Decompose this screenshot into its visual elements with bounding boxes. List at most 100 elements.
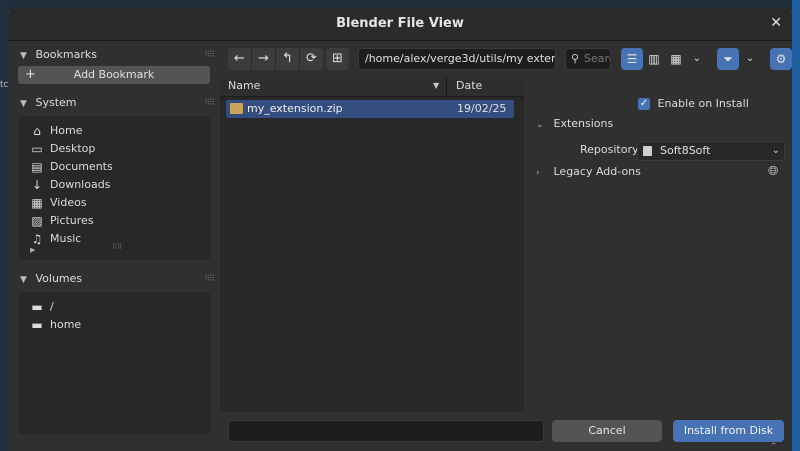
sidebar-item-label: Desktop [50,142,96,155]
file-toolbar: ← → ↰ ⟳ ⊞ /home/alex/verge3d/utils/my ex… [224,48,792,72]
sidebar-item-label: Pictures [50,214,94,227]
add-bookmark-label: Add Bookmark [73,68,155,81]
sort-descending-icon[interactable]: ▼ [433,76,439,96]
legacy-addons-title: Legacy Add-ons [553,165,641,178]
directory-path-input[interactable]: /home/alex/verge3d/utils/my extension/ [358,48,556,70]
chevron-down-icon: ⌄ [771,145,780,156]
close-icon[interactable]: ✕ [770,15,782,31]
sidebar-item-root[interactable]: ▬ / [18,298,210,316]
resize-grip-icon[interactable]: ⠿⠿ [112,243,122,251]
desktop-icon: ▭ [31,142,43,156]
sidebar-item-home-volume[interactable]: ▬ home [18,316,210,334]
list-view-icon[interactable]: ☰ [621,48,643,70]
search-icon: ⚲ [570,52,580,65]
sidebar-item-videos[interactable]: ▦ Videos [18,194,210,212]
parent-directory-icon[interactable]: ↰ [276,48,300,70]
navigation-group: ← → ↰ ⟳ [228,48,323,70]
enable-on-install-checkbox[interactable]: ✓ Enable on Install [638,96,749,112]
drive-icon: ▬ [31,318,43,332]
chevron-down-icon[interactable]: ⌄ [689,48,705,70]
plus-icon: + [25,67,36,82]
sidebar-item-label: home [50,318,82,331]
sidebar-item-label: Downloads [50,178,111,191]
chevron-up-icon[interactable]: ⌃ [770,442,778,451]
options-panel: ✓ Enable on Install ⌄ Extensions Reposit… [528,76,792,412]
legacy-addons-header[interactable]: › Legacy Add-ons [536,163,641,181]
sidebar-item-desktop[interactable]: ▭ Desktop [18,140,210,158]
file-view-dialog: Blender File View ✕ ▼ Bookmarks ⠿⠿ + Add… [8,8,792,451]
sidebar-item-documents[interactable]: ▤ Documents [18,158,210,176]
gear-icon[interactable]: ⚙ [770,48,792,70]
file-name: my_extension.zip [247,102,343,115]
chevron-right-icon: › [536,168,540,178]
sidebar-item-label: Music [50,232,82,245]
repository-value: Soft8Soft [660,144,711,157]
columns-view-icon[interactable]: ▥ [643,48,665,70]
column-date[interactable]: Date [456,76,482,96]
forward-arrow-icon[interactable]: → [252,48,276,70]
extensions-title: Extensions [553,117,614,130]
cancel-button[interactable]: Cancel [552,420,662,442]
chevron-down-icon: ▼ [20,51,27,61]
sidebar-item-label: Home [50,124,83,137]
filename-input[interactable] [228,420,544,442]
chevron-down-icon: ⌄ [536,120,544,130]
system-list: ⌂ Home ▭ Desktop ▤ Documents ↓ Downloads… [18,116,210,260]
drive-icon: ▬ [31,300,43,314]
folder-icon [230,103,243,114]
globe-icon[interactable]: 🌐︎ [768,164,778,179]
drive-icon [643,146,652,156]
file-list: Name ▼ Date my_extension.zip 19/02/25 [220,76,524,412]
search-placeholder: Search [584,52,610,65]
drag-grip-icon[interactable]: ⠿⠿ [204,92,215,114]
background-app-edge: tc [0,0,8,451]
drag-grip-icon[interactable]: ⠿⠿ [204,268,215,290]
repository-select[interactable]: Soft8Soft ⌄ [637,141,785,161]
back-arrow-icon[interactable]: ← [228,48,252,70]
action-bar: Cancel Install from Disk ⌃ [8,412,792,451]
file-date: 19/02/25 [457,102,507,115]
table-row[interactable]: my_extension.zip 19/02/25 [226,100,514,118]
chevron-down-icon: ▼ [20,275,27,285]
title-bar: Blender File View ✕ [8,8,792,41]
sidebar-item-downloads[interactable]: ↓ Downloads [18,176,210,194]
sidebar-item-label: Videos [50,196,87,209]
add-bookmark-button[interactable]: + Add Bookmark [18,66,210,84]
system-title: System [35,96,77,109]
chevron-down-icon[interactable]: ⌄ [742,48,758,70]
install-from-disk-button[interactable]: Install from Disk [673,420,784,442]
bookmarks-title: Bookmarks [35,48,97,61]
extensions-header[interactable]: ⌄ Extensions [536,115,613,133]
sidebar-item-label: / [50,300,54,313]
refresh-icon[interactable]: ⟳ [300,48,323,70]
sidebar-item-label: Documents [50,160,113,173]
documents-icon: ▤ [31,160,43,174]
volumes-title: Volumes [35,272,83,285]
enable-on-install-label: Enable on Install [657,97,749,110]
drag-grip-icon[interactable]: ⠿⠿ [204,44,215,66]
videos-icon: ▦ [31,196,43,210]
downloads-icon: ↓ [31,178,43,192]
column-divider[interactable] [446,76,447,96]
search-input[interactable]: ⚲ Search [565,48,611,70]
volumes-header[interactable]: ▼ Volumes ⠿⠿ [14,268,215,290]
checkmark-icon: ✓ [638,98,650,110]
sidebar-item-pictures[interactable]: ▨ Pictures [18,212,210,230]
filter-icon[interactable]: ⏷ [717,48,739,70]
sidebar-item-home[interactable]: ⌂ Home [18,122,210,140]
bookmarks-header[interactable]: ▼ Bookmarks ⠿⠿ [14,44,215,66]
chevron-down-icon: ▼ [20,99,27,109]
file-list-header: Name ▼ Date [220,76,524,97]
repository-label: Repository [580,143,639,156]
window-title: Blender File View [336,16,464,31]
pictures-icon: ▨ [31,214,43,228]
new-folder-icon[interactable]: ⊞ [326,48,349,70]
system-header[interactable]: ▼ System ⠿⠿ [14,92,215,114]
home-icon: ⌂ [33,124,41,138]
thumbnail-view-icon[interactable]: ▦ [665,48,687,70]
background-app-edge-right [792,0,800,451]
new-folder-group: ⊞ [326,48,349,70]
column-name[interactable]: Name [228,76,260,96]
sidebar: ▼ Bookmarks ⠿⠿ + Add Bookmark ▼ System ⠿… [14,44,215,451]
expand-arrow-icon[interactable]: ▶ [30,246,35,254]
